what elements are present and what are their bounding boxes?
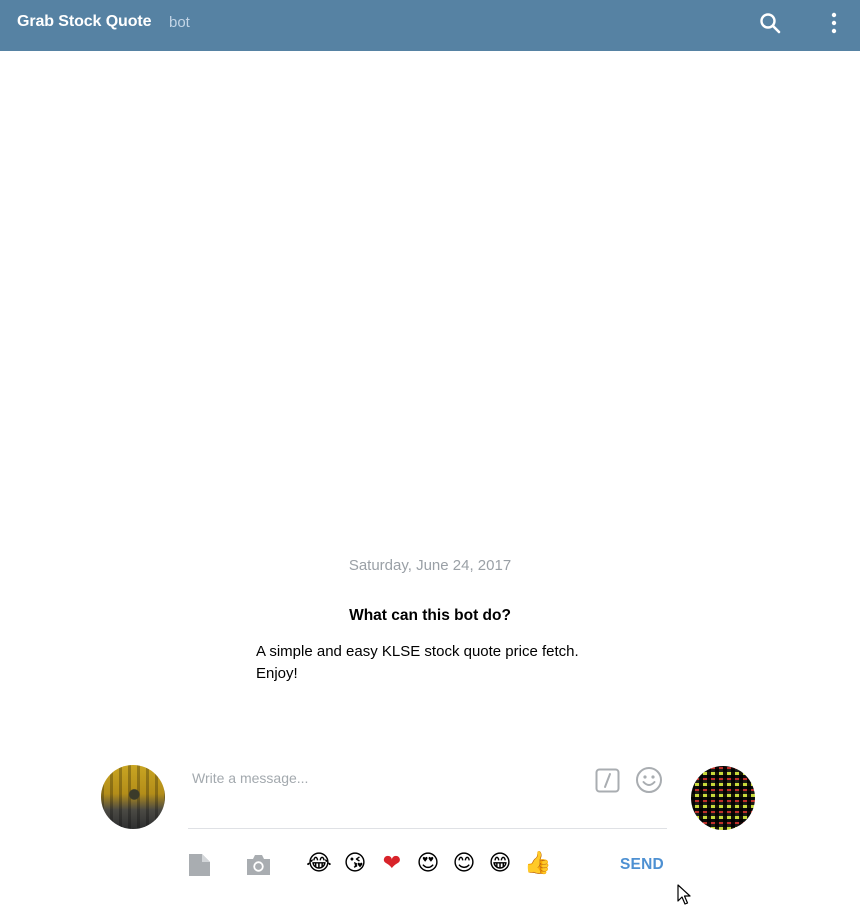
chat-header: Grab Stock Quote bot xyxy=(0,0,860,51)
bot-avatar[interactable] xyxy=(691,766,755,830)
bot-about-line: A simple and easy KLSE stock quote price… xyxy=(256,643,579,660)
emoji-smile[interactable]: 😊 xyxy=(451,851,477,877)
date-separator: Saturday, June 24, 2017 xyxy=(348,557,512,574)
input-divider xyxy=(188,828,667,829)
emoji-grin[interactable]: 😁 xyxy=(487,851,513,877)
send-button[interactable]: SEND xyxy=(620,856,664,874)
camera-icon[interactable] xyxy=(245,853,272,877)
chat-title[interactable]: Grab Stock Quote xyxy=(17,13,152,31)
bot-about-title: What can this bot do? xyxy=(349,607,511,624)
emoji-kiss[interactable]: 😘 xyxy=(342,851,368,877)
mouse-cursor-icon xyxy=(677,884,691,905)
emoji-joy[interactable]: 😂 xyxy=(306,851,332,877)
document-icon[interactable] xyxy=(188,853,211,877)
emoji-heart-eyes[interactable]: 😍 xyxy=(415,851,441,877)
bot-about-line: Enjoy! xyxy=(256,665,298,682)
search-icon[interactable] xyxy=(758,11,782,35)
message-input[interactable] xyxy=(189,763,585,793)
bot-about-description: A simple and easy KLSE stock quote price… xyxy=(256,641,616,685)
emoji-thumbs-up[interactable]: 👍 xyxy=(524,851,551,877)
bot-command-icon[interactable] xyxy=(595,768,620,793)
emoji-heart[interactable]: ❤ xyxy=(379,851,405,877)
emoji-smile-icon[interactable] xyxy=(635,766,663,794)
chat-subtitle: bot xyxy=(169,14,190,31)
more-vertical-icon[interactable] xyxy=(825,11,843,35)
user-avatar[interactable] xyxy=(101,765,165,829)
